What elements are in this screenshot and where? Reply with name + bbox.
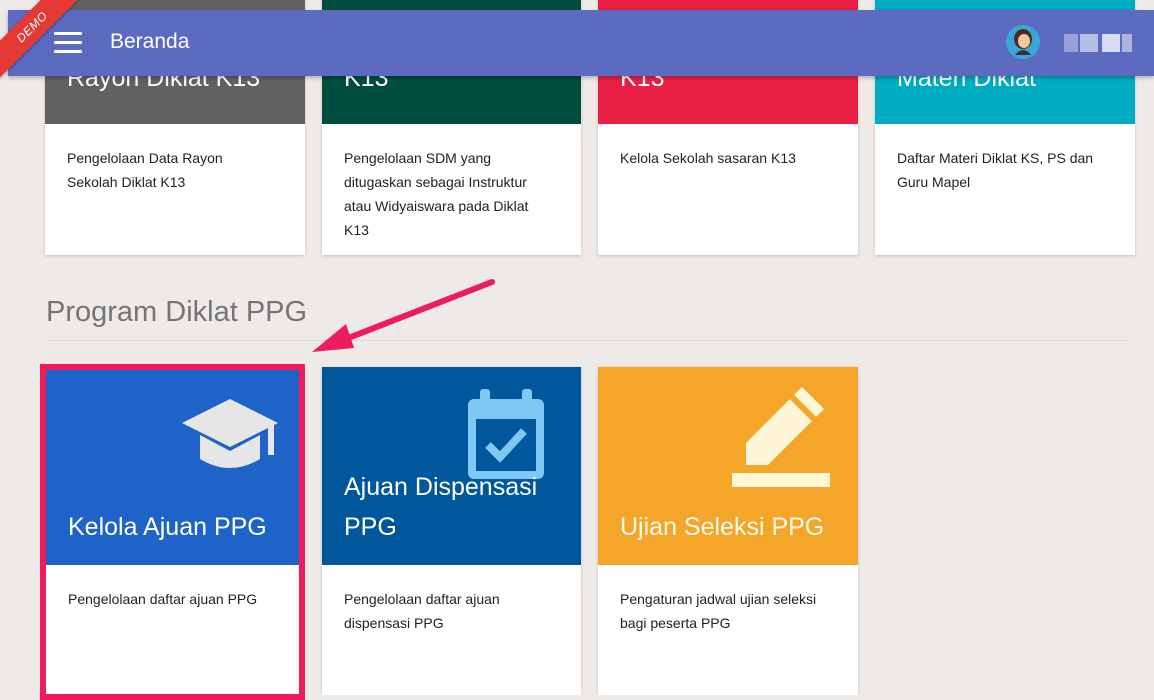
page-title: Beranda xyxy=(110,30,190,53)
username-redacted xyxy=(1064,34,1132,52)
card-ujian-seleksi-ppg[interactable]: Ujian Seleksi PPG Pengaturan jadwal ujia… xyxy=(598,367,858,695)
avatar[interactable] xyxy=(1006,25,1040,59)
pencil-icon xyxy=(732,387,830,487)
card-description: Pengelolaan daftar ajuan dispensasi PPG xyxy=(344,591,500,631)
menu-icon[interactable] xyxy=(54,32,82,54)
app-bar: Beranda xyxy=(8,10,1154,76)
card-description: Pengelolaan Data Rayon Sekolah Diklat K1… xyxy=(67,150,223,190)
card-kelola-ajuan-ppg[interactable]: Kelola Ajuan PPG Pengelolaan daftar ajua… xyxy=(46,367,300,695)
section-title: Program Diklat PPG xyxy=(46,296,308,328)
calendar-check-icon xyxy=(468,389,544,479)
user-avatar-icon xyxy=(1006,25,1040,59)
card-description: Pengelolaan daftar ajuan PPG xyxy=(68,591,258,607)
card-description: Pengaturan jadwal ujian seleksi bagi pes… xyxy=(620,591,817,631)
card-title-line1: Ajuan Dispensasi xyxy=(344,473,538,501)
graduation-cap-icon xyxy=(182,399,278,468)
card-description: Daftar Materi Diklat KS, PS dan Guru Map… xyxy=(897,150,1094,190)
card-description: Pengelolaan SDM yang ditugaskan sebagai … xyxy=(344,150,529,238)
content-area: Rayon Diklat K13 Pengelolaan Data Rayon … xyxy=(8,0,1154,695)
card-header: Kelola Ajuan PPG xyxy=(46,367,300,565)
card-header: Ujian Seleksi PPG xyxy=(598,367,858,565)
card-description: Kelola Sekolah sasaran K13 xyxy=(620,150,796,166)
card-ajuan-dispensasi-ppg[interactable]: Ajuan Dispensasi PPG Pengelolaan daftar … xyxy=(322,367,581,695)
section-divider xyxy=(46,340,1128,341)
card-title-line2: PPG xyxy=(344,513,397,541)
pointer-arrow-icon xyxy=(312,279,495,352)
card-title: Ujian Seleksi PPG xyxy=(620,513,825,541)
card-header: Ajuan Dispensasi PPG xyxy=(322,367,581,565)
card-title: Kelola Ajuan PPG xyxy=(68,513,267,541)
